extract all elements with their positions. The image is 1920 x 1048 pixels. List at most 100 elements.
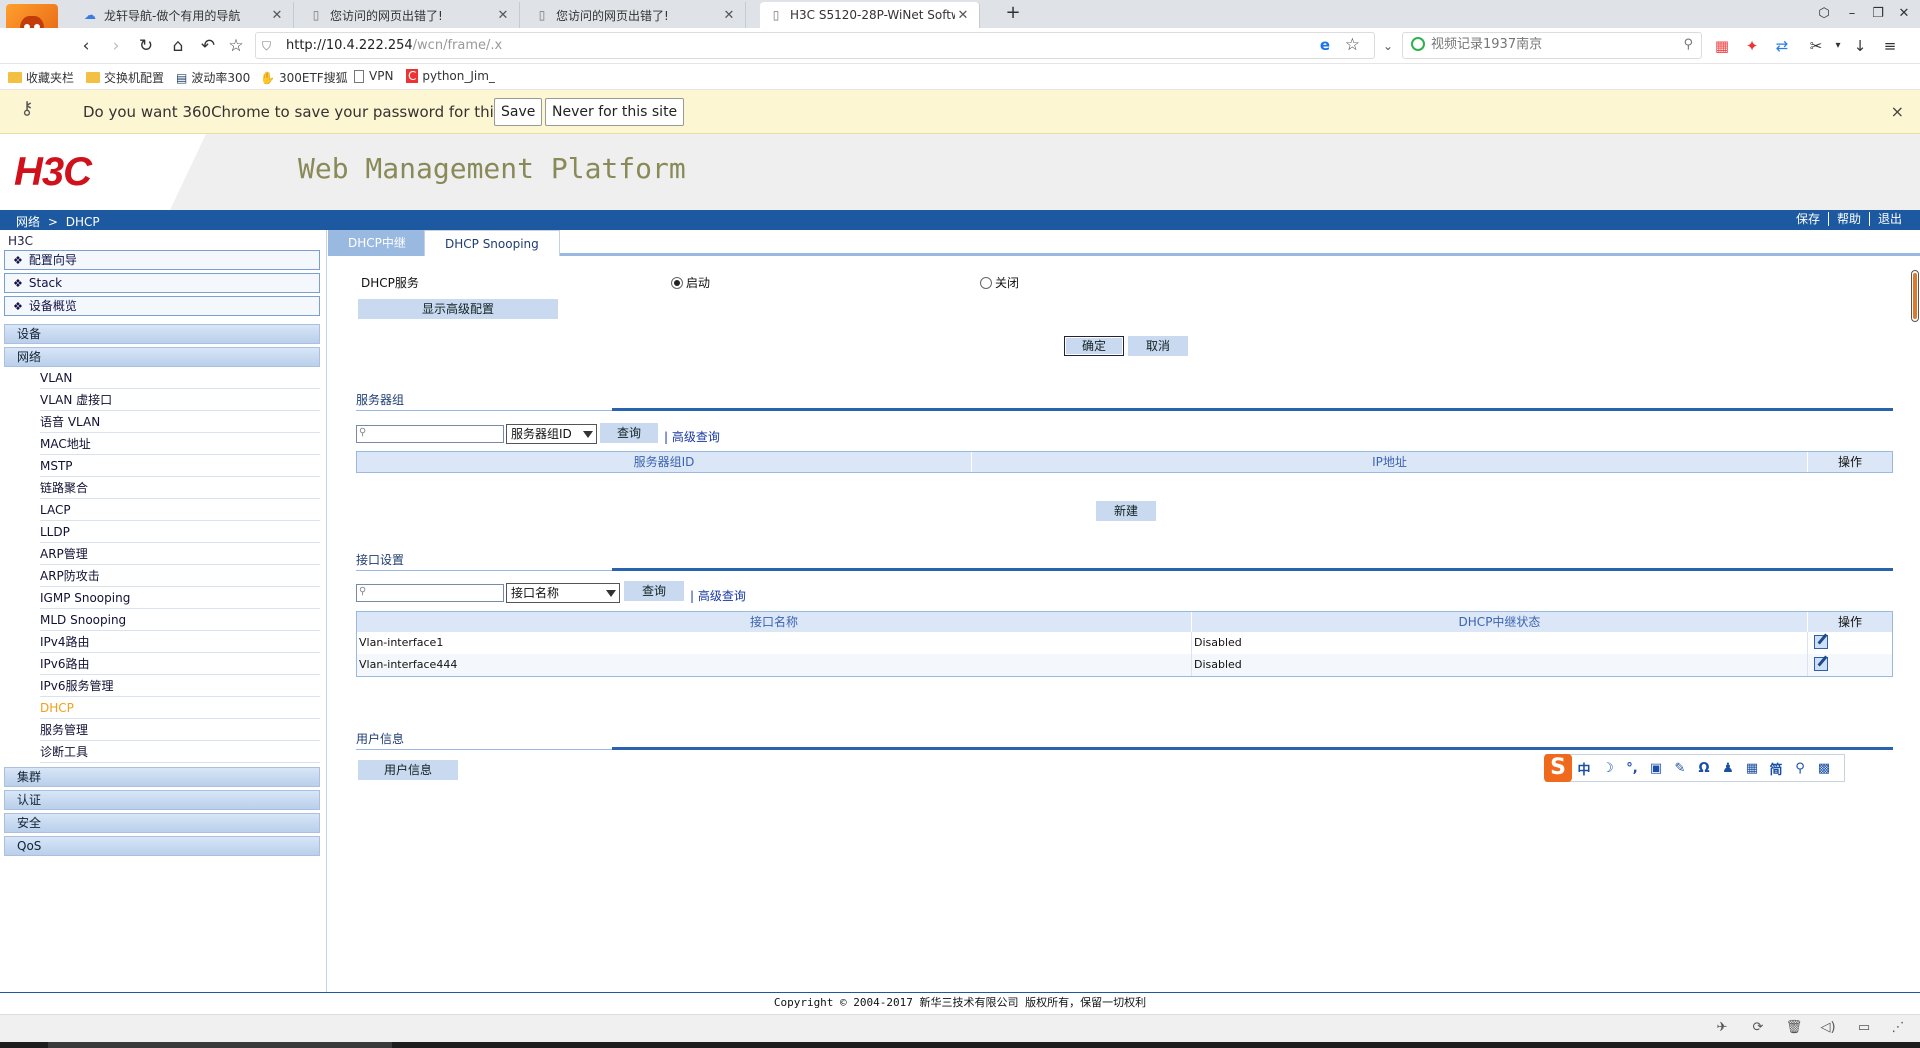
user-info-button[interactable]: 用户信息: [358, 760, 458, 780]
advanced-query-link[interactable]: 高级查询: [698, 589, 746, 603]
breadcrumb-network[interactable]: 网络: [16, 215, 40, 229]
close-tab-icon[interactable]: ✕: [495, 8, 511, 23]
close-icon[interactable]: ×: [1891, 102, 1904, 121]
forward-icon[interactable]: ›: [104, 34, 128, 58]
sidebar-item-igmp[interactable]: IGMP Snooping: [40, 587, 320, 609]
bookmark-item[interactable]: 交换机配置: [86, 69, 164, 86]
sidebar-item-mld[interactable]: MLD Snooping: [40, 609, 320, 631]
sidebar-category-device[interactable]: 设备: [4, 324, 320, 344]
search-icon[interactable]: ⚲: [1683, 37, 1693, 52]
show-advanced-button[interactable]: 显示高级配置: [358, 299, 558, 319]
sidebar-item-vlan[interactable]: VLAN: [40, 367, 320, 389]
address-bar[interactable]: ⛉ http://10.4.222.254/wcn/frame/.x e ☆: [255, 32, 1375, 59]
sidebar-item-lacp[interactable]: LACP: [40, 499, 320, 521]
bookmark-item[interactable]: VPN: [354, 69, 393, 83]
interface-field-select[interactable]: 接口名称: [506, 583, 620, 603]
reload-icon[interactable]: ↻: [134, 34, 158, 58]
scrollbar-thumb[interactable]: [1911, 270, 1919, 322]
user-icon[interactable]: ♟: [1716, 761, 1740, 776]
server-group-search-input[interactable]: ⚲: [356, 425, 504, 443]
sidebar-item-stack[interactable]: ❖ Stack: [4, 273, 320, 293]
server-group-query-button[interactable]: 查询: [600, 423, 658, 443]
interface-search-input[interactable]: ⚲: [356, 584, 504, 602]
apps-grid-icon[interactable]: ▦: [1712, 36, 1732, 56]
sidebar-item-config-wizard[interactable]: ❖ 配置向导: [4, 250, 320, 270]
sidebar-item-ipv6-service[interactable]: IPv6服务管理: [40, 675, 320, 697]
bookmark-item[interactable]: 收藏夹栏: [8, 69, 74, 86]
edit-icon[interactable]: [1814, 657, 1828, 671]
browser-tab-active[interactable]: ▯ H3C S5120-28P-WiNet Software ✕: [760, 2, 980, 28]
sidebar-item-mstp[interactable]: MSTP: [40, 455, 320, 477]
resize-icon[interactable]: ⋰: [1888, 1020, 1908, 1038]
bookmark-item[interactable]: Cpython_Jim_: [406, 69, 495, 83]
server-group-advanced-query[interactable]: | 高级查询: [664, 428, 720, 445]
sidebar-item-ipv6-route[interactable]: IPv6路由: [40, 653, 320, 675]
sidebar-root[interactable]: H3C: [8, 234, 33, 248]
new-server-group-button[interactable]: 新建: [1096, 501, 1156, 521]
search-box[interactable]: ⚲: [1402, 32, 1702, 59]
bookmark-item[interactable]: ▤ 波动率300: [176, 69, 250, 86]
close-tab-icon[interactable]: ✕: [269, 8, 285, 23]
sidebar-item-ipv4-route[interactable]: IPv4路由: [40, 631, 320, 653]
volume-icon[interactable]: ◁): [1818, 1020, 1838, 1038]
search-input[interactable]: [1431, 37, 1671, 52]
pin-icon[interactable]: ✈: [1712, 1020, 1732, 1038]
undo-close-icon[interactable]: ↶: [196, 34, 220, 58]
sidebar-category-qos[interactable]: QoS: [4, 836, 320, 856]
download-icon[interactable]: ↓: [1850, 36, 1870, 56]
interface-advanced-query[interactable]: | 高级查询: [690, 587, 746, 604]
new-tab-button[interactable]: +: [1000, 2, 1026, 26]
sidebar-item-dhcp[interactable]: DHCP: [40, 697, 320, 719]
chevron-down-icon[interactable]: ⌄: [1378, 34, 1398, 58]
restore-icon[interactable]: ❐: [1866, 3, 1890, 25]
chinese-mode-icon[interactable]: 中: [1572, 759, 1596, 778]
save-link[interactable]: 保存: [1788, 212, 1828, 226]
edit-icon[interactable]: [1814, 635, 1828, 649]
sidebar-item-vlan-interface[interactable]: VLAN 虚接口: [40, 389, 320, 411]
game-icon[interactable]: ✦: [1742, 36, 1762, 56]
close-tab-icon[interactable]: ✕: [721, 8, 737, 23]
interface-query-button[interactable]: 查询: [624, 581, 684, 601]
sidebar-category-security[interactable]: 安全: [4, 813, 320, 833]
sidebar-item-service[interactable]: 服务管理: [40, 719, 320, 741]
help-link[interactable]: 帮助: [1827, 212, 1869, 226]
browser-tab[interactable]: ☁ 龙轩导航-做个有用的导航 ✕: [74, 2, 294, 28]
scrollbar[interactable]: [1910, 256, 1920, 992]
cancel-button[interactable]: 取消: [1128, 336, 1188, 356]
sidebar-category-auth[interactable]: 认证: [4, 790, 320, 810]
browser-tab[interactable]: ▯ 您访问的网页出错了! ✕: [300, 2, 520, 28]
search-icon[interactable]: ⚲: [1788, 761, 1812, 776]
accelerate-icon[interactable]: ⟳: [1748, 1020, 1768, 1038]
trash-icon[interactable]: 🗑: [1784, 1020, 1804, 1038]
radio-dot[interactable]: [671, 276, 683, 289]
toolbox-icon[interactable]: ▩: [1812, 761, 1836, 776]
browser-tab[interactable]: ▯ 您访问的网页出错了! ✕: [526, 2, 746, 28]
save-password-button[interactable]: Save: [494, 98, 543, 126]
advanced-query-link[interactable]: 高级查询: [672, 430, 720, 444]
menu-icon[interactable]: ≡: [1880, 36, 1900, 56]
symbol-icon[interactable]: Ω: [1692, 761, 1716, 776]
bookmark-star-icon[interactable]: ☆: [1345, 35, 1360, 55]
server-group-field-select[interactable]: 服务器组ID: [506, 424, 597, 444]
sidebar-item-lldp[interactable]: LLDP: [40, 521, 320, 543]
sidebar-item-arp[interactable]: ARP管理: [40, 543, 320, 565]
home-icon[interactable]: ⌂: [166, 34, 190, 58]
radio-dot[interactable]: [980, 276, 992, 289]
sidebar-item-voice-vlan[interactable]: 语音 VLAN: [40, 411, 320, 433]
ie-mode-icon[interactable]: e: [1320, 36, 1330, 54]
sidebar-category-cluster[interactable]: 集群: [4, 767, 320, 787]
sidebar-item-mac[interactable]: MAC地址: [40, 433, 320, 455]
sogou-logo-icon[interactable]: S: [1544, 754, 1572, 782]
favorite-star-icon[interactable]: ☆: [224, 34, 248, 58]
sidebar-item-diagnostic[interactable]: 诊断工具: [40, 741, 320, 763]
tab-dhcp-snooping[interactable]: DHCP Snooping: [424, 230, 560, 256]
radio-disable[interactable]: 关闭: [980, 274, 1019, 291]
close-window-icon[interactable]: ✕: [1892, 3, 1916, 25]
bookmark-item[interactable]: ✋ 300ETF搜狐: [260, 69, 348, 86]
sidebar-item-link-agg[interactable]: 链路聚合: [40, 477, 320, 499]
close-tab-icon[interactable]: ✕: [955, 8, 971, 23]
radio-enable[interactable]: 启动: [671, 274, 710, 291]
never-save-button[interactable]: Never for this site: [545, 98, 685, 126]
url-text[interactable]: http://10.4.222.254/wcn/frame/.x: [286, 38, 502, 53]
logout-link[interactable]: 退出: [1868, 212, 1910, 226]
